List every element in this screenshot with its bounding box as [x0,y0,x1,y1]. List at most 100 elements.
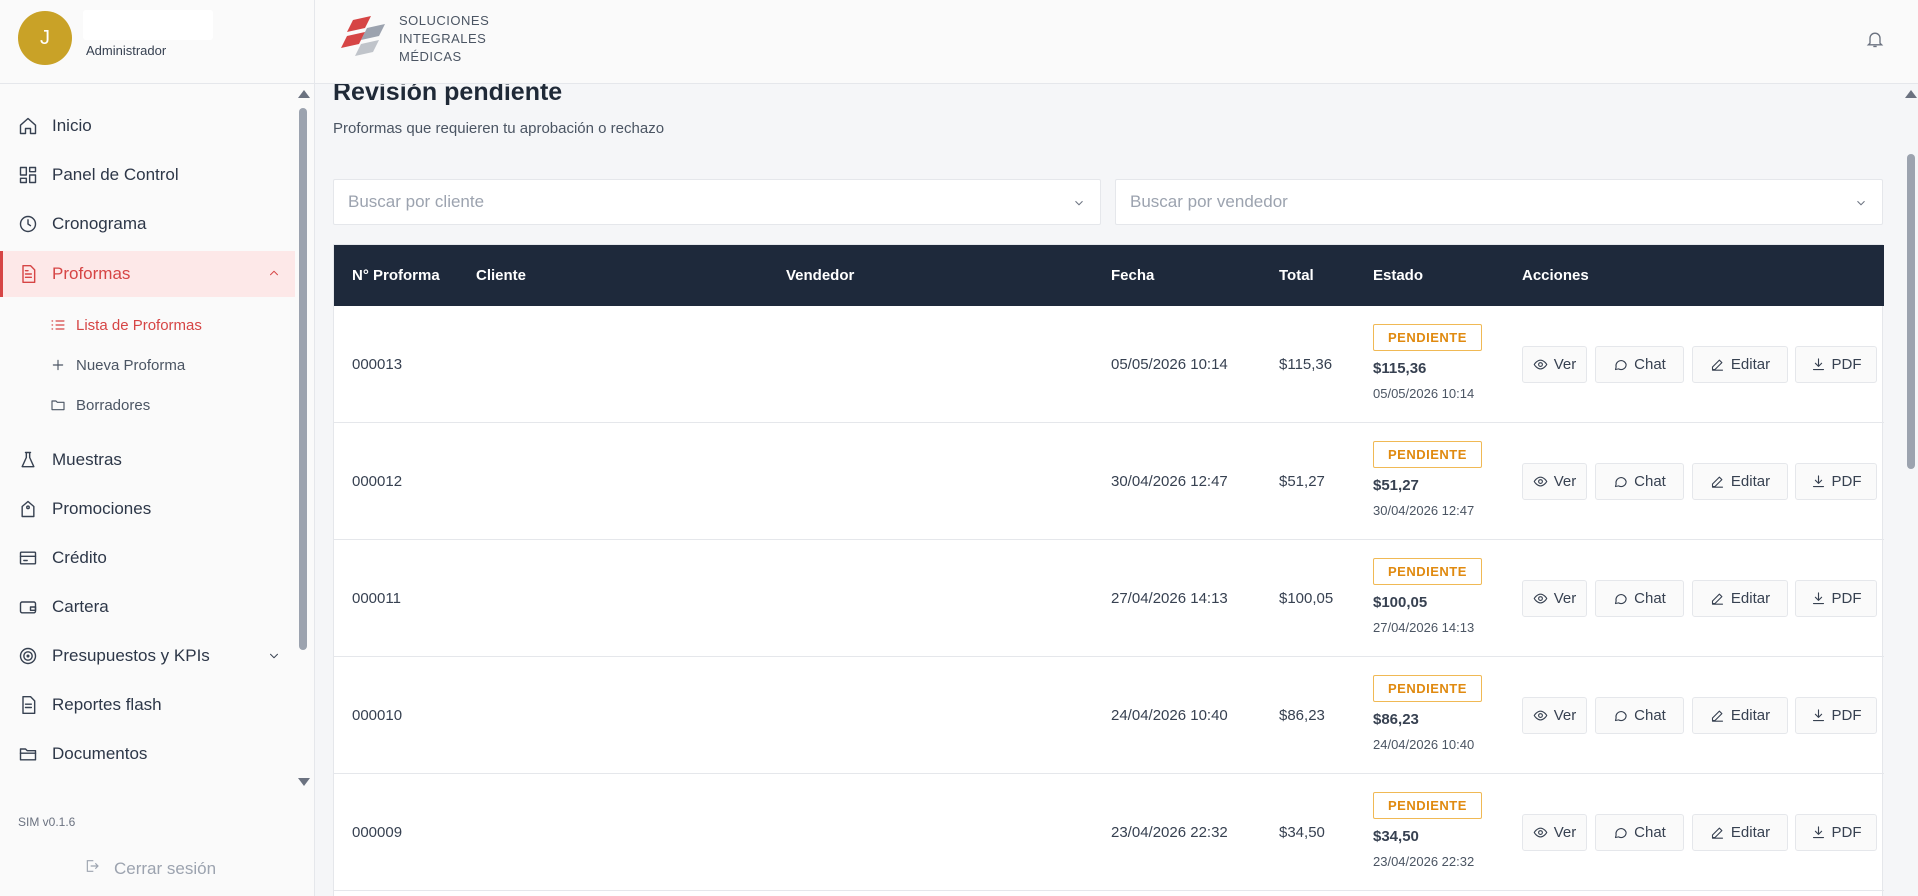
sidebar-item-inicio[interactable]: Inicio [0,104,295,148]
user-role: Administrador [86,43,167,58]
logout-button[interactable]: Cerrar sesión [84,858,216,879]
sidebar-item-presupuestos-y-kpis[interactable]: Presupuestos y KPIs [0,634,295,678]
chat-button[interactable]: Chat [1595,697,1684,734]
status-badge: PENDIENTE [1373,675,1482,702]
edit-button[interactable]: Editar [1692,697,1788,734]
view-button-label: Ver [1553,356,1577,373]
sidebar-subitem-lista-de-proformas[interactable]: Lista de Proformas [50,310,202,340]
view-button[interactable]: Ver [1522,814,1587,851]
view-button[interactable]: Ver [1522,580,1587,617]
pdf-button-label: PDF [1831,473,1862,490]
chat-button[interactable]: Chat [1595,463,1684,500]
chat-button[interactable]: Chat [1595,814,1684,851]
sidebar-subitem-nueva-proforma[interactable]: Nueva Proforma [50,350,185,380]
column-header-date[interactable]: Fecha [1111,245,1154,306]
sidebar-item-reportes-flash[interactable]: Reportes flash [0,683,295,727]
edit-button-label: Editar [1730,707,1771,724]
edit-button[interactable]: Editar [1692,346,1788,383]
tag-icon [18,499,38,519]
sidebar-item-promociones[interactable]: Promociones [0,487,295,531]
pdf-button[interactable]: PDF [1795,814,1877,851]
status-badge: PENDIENTE [1373,792,1482,819]
avatar[interactable]: J [18,11,72,65]
sidebar-item-label: Promociones [52,499,152,518]
main-scrollbar[interactable] [1903,84,1918,896]
pdf-button[interactable]: PDF [1795,697,1877,734]
sidebar-item-label: Proformas [52,264,131,283]
table-row: 000012 30/04/2026 12:47 $51,27 PENDIENTE $51… [334,423,1884,540]
sidebar-subitem-borradores[interactable]: Borradores [50,390,150,420]
chat-button-label: Chat [1634,356,1666,373]
column-header-actions: Acciones [1522,267,1589,284]
pdf-button[interactable]: PDF [1795,346,1877,383]
cell-total: $115,36 [1279,356,1333,373]
user-profile[interactable]: J Administrador [0,0,314,84]
home-icon [18,116,38,136]
sidebar-item-cartera[interactable]: Cartera [0,585,295,629]
document-icon [18,264,38,284]
column-header-total[interactable]: Total [1279,245,1314,306]
chat-button[interactable]: Chat [1595,346,1684,383]
edit-button-label: Editar [1730,824,1771,841]
sidebar-item-credito[interactable]: Crédito [0,536,295,580]
status-date: 27/04/2026 14:13 [1373,620,1475,635]
edit-button[interactable]: Editar [1692,463,1788,500]
sidebar-scrollbar[interactable] [296,90,310,790]
edit-button[interactable]: Editar [1692,814,1788,851]
report-icon [18,695,38,715]
sidebar-item-panel-de-control[interactable]: Panel de Control [0,153,295,197]
sidebar-item-proformas[interactable]: Proformas [0,251,295,297]
eye-icon [1533,708,1554,723]
cell-date: 27/04/2026 14:13 [1111,590,1228,607]
scrollbar-thumb[interactable] [299,108,307,650]
edit-button[interactable]: Editar [1692,580,1788,617]
proformas-table: N° Proforma Cliente Vendedor Fecha Total… [333,244,1884,896]
view-button[interactable]: Ver [1522,346,1587,383]
folder-icon [50,397,66,413]
app-root: J Administrador Inicio Panel de Control … [0,0,1918,896]
chat-button[interactable]: Chat [1595,580,1684,617]
chevron-up-icon[interactable] [267,265,281,279]
view-button-label: Ver [1553,707,1577,724]
status-total: $115,36 [1373,360,1427,377]
scroll-down-arrow-icon[interactable] [298,778,310,786]
chevron-down-icon [1072,195,1086,209]
scroll-up-arrow-icon[interactable] [298,90,310,98]
pdf-button[interactable]: PDF [1795,463,1877,500]
sidebar-subitem-label: Nueva Proforma [76,356,186,374]
scrollbar-thumb[interactable] [1907,154,1915,469]
cell-number: 000013 [352,356,403,373]
table-header: N° Proforma Cliente Vendedor Fecha Total… [334,245,1884,306]
logout-icon [84,858,114,879]
seller-filter-select[interactable]: Buscar por vendedor [1115,179,1883,225]
target-icon [18,646,38,666]
column-header-number[interactable]: N° Proforma [352,245,440,306]
eye-icon [1533,825,1554,840]
top-header: SOLUCIONES INTEGRALES MÉDICAS [315,0,1918,84]
client-filter-placeholder: Buscar por cliente [348,192,485,211]
view-button[interactable]: Ver [1522,463,1587,500]
column-header-seller[interactable]: Vendedor [786,245,854,306]
sidebar-item-label: Crédito [52,548,107,567]
notification-bell-icon[interactable] [1865,28,1885,50]
edit-icon [1710,591,1731,606]
client-filter-select[interactable]: Buscar por cliente [333,179,1101,225]
edit-button-label: Editar [1730,590,1771,607]
pdf-button[interactable]: PDF [1795,580,1877,617]
status-total: $51,27 [1373,477,1419,494]
view-button[interactable]: Ver [1522,697,1587,734]
sidebar-item-documentos[interactable]: Documentos [0,732,295,776]
download-icon [1811,474,1832,489]
chat-button-label: Chat [1634,590,1666,607]
sidebar-item-muestras[interactable]: Muestras [0,438,295,482]
brand-logo-icon [341,14,393,60]
chat-icon [1613,474,1634,489]
chevron-down-icon[interactable] [267,648,281,662]
column-header-status[interactable]: Estado [1373,245,1423,306]
pdf-button-label: PDF [1831,590,1862,607]
list-icon [50,317,66,333]
sidebar-item-cronograma[interactable]: Cronograma [0,202,295,246]
scroll-up-arrow-icon[interactable] [1905,90,1917,98]
column-header-client[interactable]: Cliente [476,245,526,306]
chat-button-label: Chat [1634,824,1666,841]
